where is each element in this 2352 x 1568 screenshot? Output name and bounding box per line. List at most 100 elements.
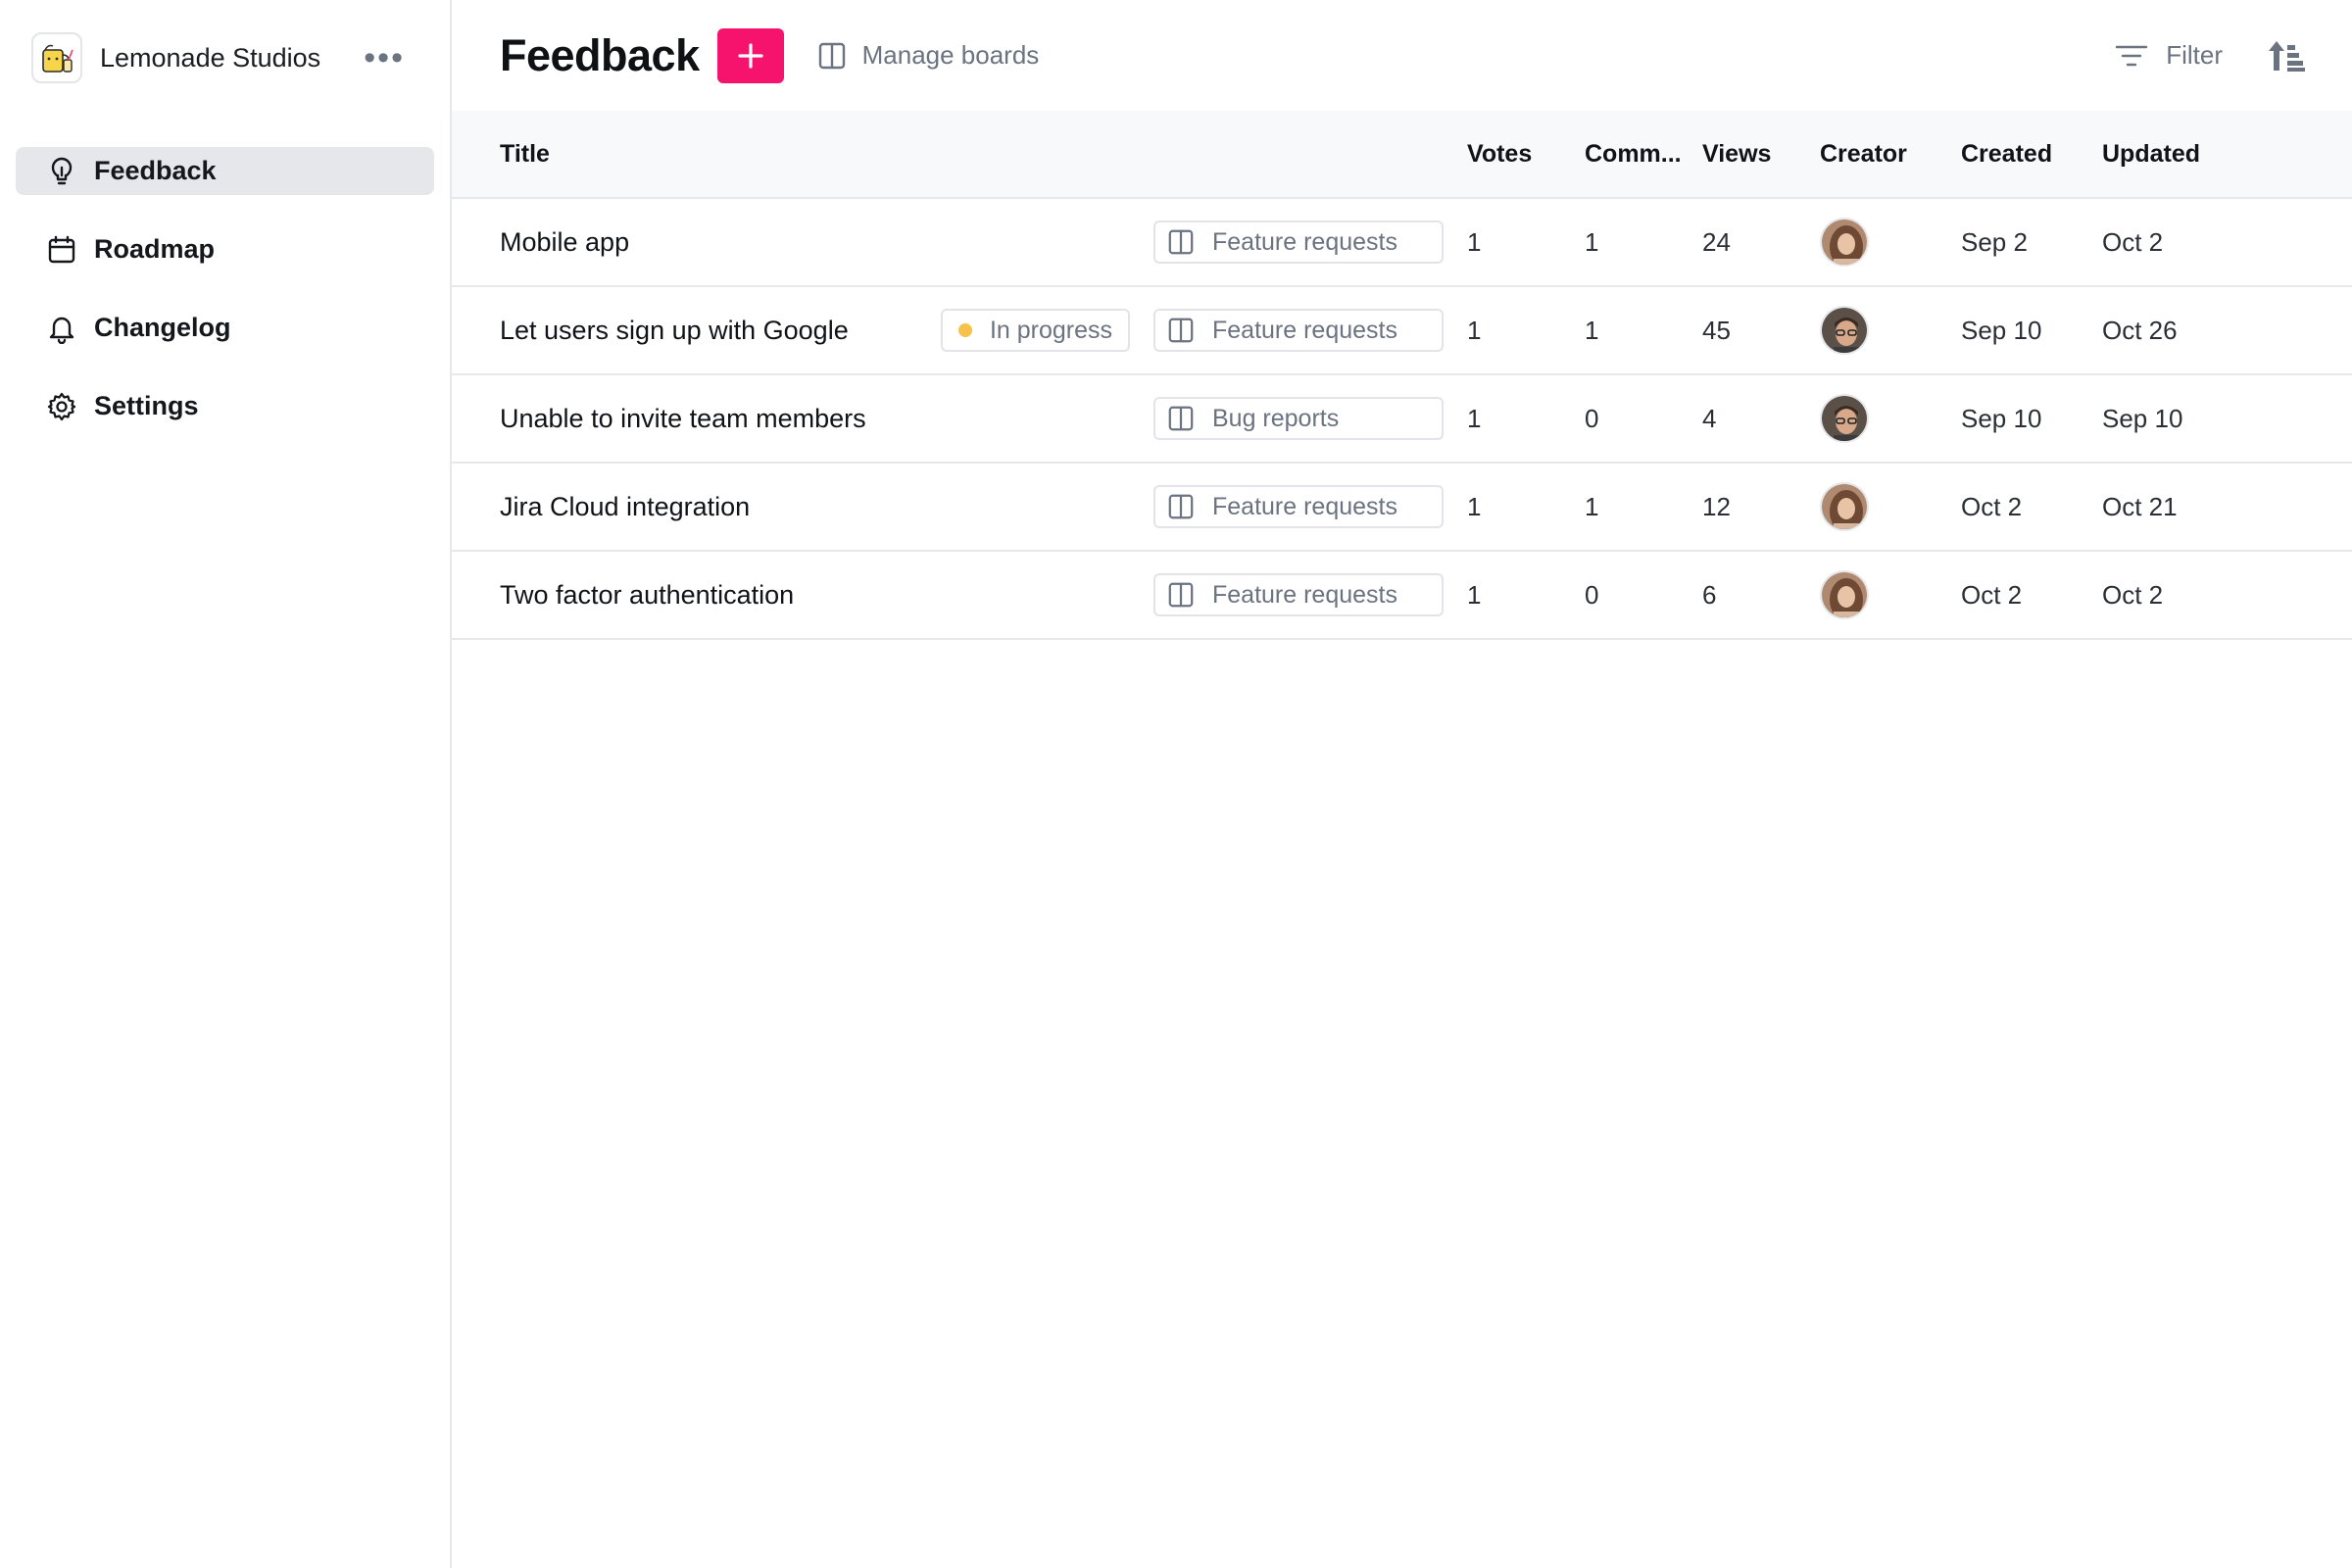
board-icon bbox=[1168, 229, 1194, 255]
updated-cell: Oct 26 bbox=[2102, 315, 2178, 345]
created-cell: Oct 2 bbox=[1961, 579, 2023, 610]
created-cell: Sep 10 bbox=[1961, 315, 2042, 345]
views-cell: 24 bbox=[1702, 226, 1731, 257]
row-title: Let users sign up with Google bbox=[500, 315, 849, 345]
board-tag[interactable]: Feature requests bbox=[1153, 573, 1444, 616]
sort-ascending-icon bbox=[2269, 40, 2305, 72]
filter-icon bbox=[2116, 45, 2148, 66]
manage-boards-label: Manage boards bbox=[861, 40, 1040, 70]
app-window: Lemonade Studios ••• Feedback Roadmap Ch… bbox=[0, 0, 2352, 1568]
creator-cell bbox=[1820, 286, 1961, 374]
main-content: Feedback Manage boards Filter Title Vote… bbox=[452, 0, 2352, 1568]
row-title: Jira Cloud integration bbox=[500, 491, 751, 521]
votes-cell: 1 bbox=[1467, 226, 1482, 257]
column-header-creator[interactable]: Creator bbox=[1820, 111, 1961, 198]
votes-cell: 1 bbox=[1467, 315, 1482, 345]
board-tag-label: Feature requests bbox=[1212, 580, 1397, 609]
column-header-comments[interactable]: Comm... bbox=[1585, 111, 1702, 198]
board-tag-label: Feature requests bbox=[1212, 492, 1397, 520]
updated-cell: Oct 21 bbox=[2102, 491, 2178, 521]
gear-icon bbox=[45, 390, 78, 423]
votes-cell: 1 bbox=[1467, 491, 1482, 521]
status-label: In progress bbox=[989, 316, 1112, 344]
row-title: Two factor authentication bbox=[500, 579, 795, 610]
avatar[interactable] bbox=[1820, 570, 1869, 619]
sidebar-item-feedback[interactable]: Feedback bbox=[16, 147, 434, 195]
filter-button[interactable]: Filter bbox=[2115, 40, 2223, 71]
creator-cell bbox=[1820, 374, 1961, 463]
votes-cell: 1 bbox=[1467, 403, 1482, 433]
sidebar-nav: Feedback Roadmap Changelog Settings bbox=[16, 147, 434, 430]
plus-icon bbox=[738, 42, 763, 69]
avatar[interactable] bbox=[1820, 394, 1869, 443]
status-badge[interactable]: In progress bbox=[940, 309, 1130, 352]
board-tag[interactable]: Feature requests bbox=[1153, 485, 1444, 528]
table-row[interactable]: Mobile app Feature requests 1 1 24 Sep 2… bbox=[452, 198, 2352, 286]
table-row[interactable]: Unable to invite team members Bug report… bbox=[452, 374, 2352, 463]
filter-label: Filter bbox=[2166, 40, 2223, 70]
row-tags: Feature requests bbox=[1153, 573, 1467, 616]
board-icon bbox=[818, 42, 845, 69]
sort-button[interactable] bbox=[2268, 39, 2305, 73]
views-cell: 12 bbox=[1702, 491, 1731, 521]
comments-cell: 1 bbox=[1585, 226, 1599, 257]
board-icon bbox=[1168, 494, 1194, 519]
row-tags: Feature requests bbox=[1153, 220, 1467, 264]
comments-cell: 1 bbox=[1585, 315, 1599, 345]
page-title: Feedback bbox=[500, 29, 700, 80]
manage-boards-button[interactable]: Manage boards bbox=[817, 40, 1040, 71]
sidebar-item-settings[interactable]: Settings bbox=[16, 382, 434, 430]
board-tag[interactable]: Bug reports bbox=[1153, 397, 1444, 440]
views-cell: 6 bbox=[1702, 579, 1717, 610]
created-cell: Sep 2 bbox=[1961, 226, 2028, 257]
creator-cell bbox=[1820, 551, 1961, 639]
workspace-logo-icon bbox=[31, 32, 82, 83]
avatar[interactable] bbox=[1820, 218, 1869, 267]
column-header-created[interactable]: Created bbox=[1961, 111, 2102, 198]
sidebar-item-label: Feedback bbox=[94, 156, 217, 185]
row-tags: Bug reports bbox=[1153, 397, 1467, 440]
sidebar: Lemonade Studios ••• Feedback Roadmap Ch… bbox=[0, 0, 452, 1568]
column-header-updated[interactable]: Updated bbox=[2102, 111, 2352, 198]
table-row[interactable]: Two factor authentication Feature reques… bbox=[452, 551, 2352, 639]
column-header-votes[interactable]: Votes bbox=[1467, 111, 1585, 198]
workspace-switcher[interactable]: Lemonade Studios ••• bbox=[16, 0, 434, 116]
sidebar-item-roadmap[interactable]: Roadmap bbox=[16, 225, 434, 273]
board-tag-label: Feature requests bbox=[1212, 316, 1397, 344]
board-tag[interactable]: Feature requests bbox=[1153, 220, 1444, 264]
board-tag[interactable]: Feature requests bbox=[1153, 309, 1444, 352]
comments-cell: 1 bbox=[1585, 491, 1599, 521]
sidebar-item-label: Changelog bbox=[94, 313, 231, 342]
workspace-name: Lemonade Studios bbox=[100, 42, 321, 73]
avatar[interactable] bbox=[1820, 306, 1869, 355]
top-bar: Feedback Manage boards Filter bbox=[452, 0, 2352, 111]
row-title: Unable to invite team members bbox=[500, 403, 866, 433]
updated-cell: Oct 2 bbox=[2102, 226, 2164, 257]
column-header-title[interactable]: Title bbox=[452, 111, 1467, 198]
row-tags: Feature requests bbox=[1153, 485, 1467, 528]
sidebar-item-changelog[interactable]: Changelog bbox=[16, 304, 434, 352]
votes-cell: 1 bbox=[1467, 579, 1482, 610]
row-tags: In progress Feature requests bbox=[940, 309, 1467, 352]
feedback-table: Title Votes Comm... Views Creator Create… bbox=[452, 111, 2352, 640]
status-dot-icon bbox=[957, 323, 972, 337]
more-options-icon[interactable]: ••• bbox=[364, 41, 405, 74]
column-header-views[interactable]: Views bbox=[1702, 111, 1820, 198]
sidebar-item-label: Settings bbox=[94, 391, 199, 420]
calendar-icon bbox=[45, 233, 78, 267]
sidebar-item-label: Roadmap bbox=[94, 234, 216, 264]
table-row[interactable]: Jira Cloud integration Feature requests … bbox=[452, 463, 2352, 551]
views-cell: 45 bbox=[1702, 315, 1731, 345]
comments-cell: 0 bbox=[1585, 403, 1599, 433]
board-icon bbox=[1168, 582, 1194, 608]
table-header-row: Title Votes Comm... Views Creator Create… bbox=[452, 111, 2352, 198]
created-cell: Oct 2 bbox=[1961, 491, 2023, 521]
table-row[interactable]: Let users sign up with Google In progres… bbox=[452, 286, 2352, 374]
board-icon bbox=[1168, 406, 1194, 431]
updated-cell: Sep 10 bbox=[2102, 403, 2183, 433]
avatar[interactable] bbox=[1820, 482, 1869, 531]
lightbulb-icon bbox=[45, 155, 78, 188]
board-tag-label: Feature requests bbox=[1212, 227, 1397, 256]
created-cell: Sep 10 bbox=[1961, 403, 2042, 433]
add-feedback-button[interactable] bbox=[716, 27, 784, 83]
